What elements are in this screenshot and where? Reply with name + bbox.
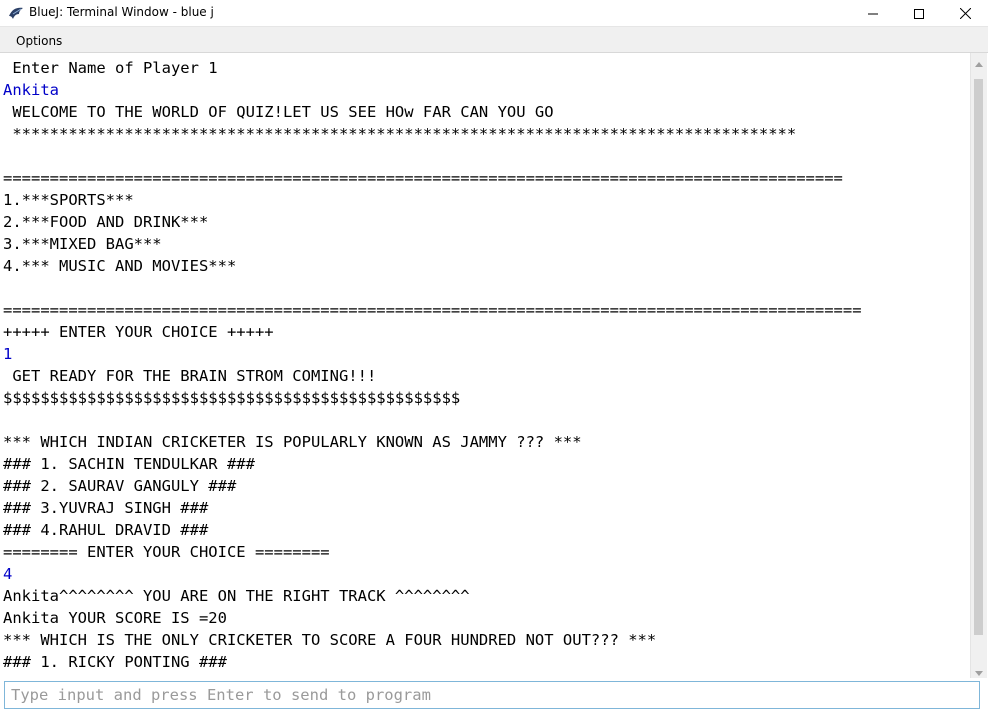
title-bar: BlueJ: Terminal Window - blue j [0,0,988,27]
output-line: ========================================… [3,301,862,319]
user-input-line: 4 [3,565,13,583]
user-input-line: 1 [3,345,13,363]
terminal-input-field[interactable] [4,681,980,709]
menu-options[interactable]: Options [16,34,62,48]
minimize-icon [868,4,878,23]
output-line: ### 3.YUVRAJ SINGH ### [3,499,209,517]
terminal-output[interactable]: Enter Name of Player 1 Ankita WELCOME TO … [0,53,970,678]
output-line: +++++ ENTER YOUR CHOICE +++++ [3,323,274,341]
menu-bar: Options [0,27,988,53]
output-line: ### 1. RICKY PONTING ### [3,653,227,671]
output-line: ========================================… [3,169,843,187]
output-line: ### 1. SACHIN TENDULKAR ### [3,455,255,473]
output-line: ### 4.RAHUL DRAVID ### [3,521,209,539]
output-line: ****************************************… [3,125,797,143]
output-line: GET READY FOR THE BRAIN STROM COMING!!! [3,367,377,385]
output-line: Ankita YOUR SCORE IS =20 [3,609,227,627]
bluej-bird-icon [8,5,24,21]
output-line: ======== ENTER YOUR CHOICE ======== [3,543,330,561]
minimize-button[interactable] [850,0,896,26]
user-input-line: Ankita [3,81,59,99]
vertical-scrollbar[interactable] [970,53,987,678]
input-area [0,679,988,714]
maximize-button[interactable] [896,0,942,26]
scroll-up-button[interactable] [971,53,987,69]
scroll-thumb[interactable] [974,79,983,635]
output-line: $$$$$$$$$$$$$$$$$$$$$$$$$$$$$$$$$$$$$$$$… [3,389,461,407]
output-line: Ankita^^^^^^^^ YOU ARE ON THE RIGHT TRAC… [3,587,470,605]
window-title: BlueJ: Terminal Window - blue j [29,5,214,19]
close-button[interactable] [942,0,988,26]
chevron-down-icon [975,661,983,680]
output-line: WELCOME TO THE WORLD OF QUIZ!LET US SEE … [3,103,554,121]
chevron-up-icon [975,52,983,71]
maximize-icon [914,4,924,23]
output-line: Enter Name of Player 1 [3,59,218,77]
close-icon [959,4,971,23]
output-line: *** WHICH IS THE ONLY CRICKETER TO SCORE… [3,631,657,649]
scroll-down-button[interactable] [971,662,987,678]
output-line: *** WHICH INDIAN CRICKETER IS POPULARLY … [3,433,582,451]
output-line: 2.***FOOD AND DRINK*** [3,213,209,231]
output-line: ### 2. SAURAV GANGULY ### [3,477,237,495]
output-line: 3.***MIXED BAG*** [3,235,162,253]
output-line: 4.*** MUSIC AND MOVIES*** [3,257,237,275]
output-line: ### 2. JACQUES KALLIS ### [3,673,236,678]
output-line: 1.***SPORTS*** [3,191,134,209]
